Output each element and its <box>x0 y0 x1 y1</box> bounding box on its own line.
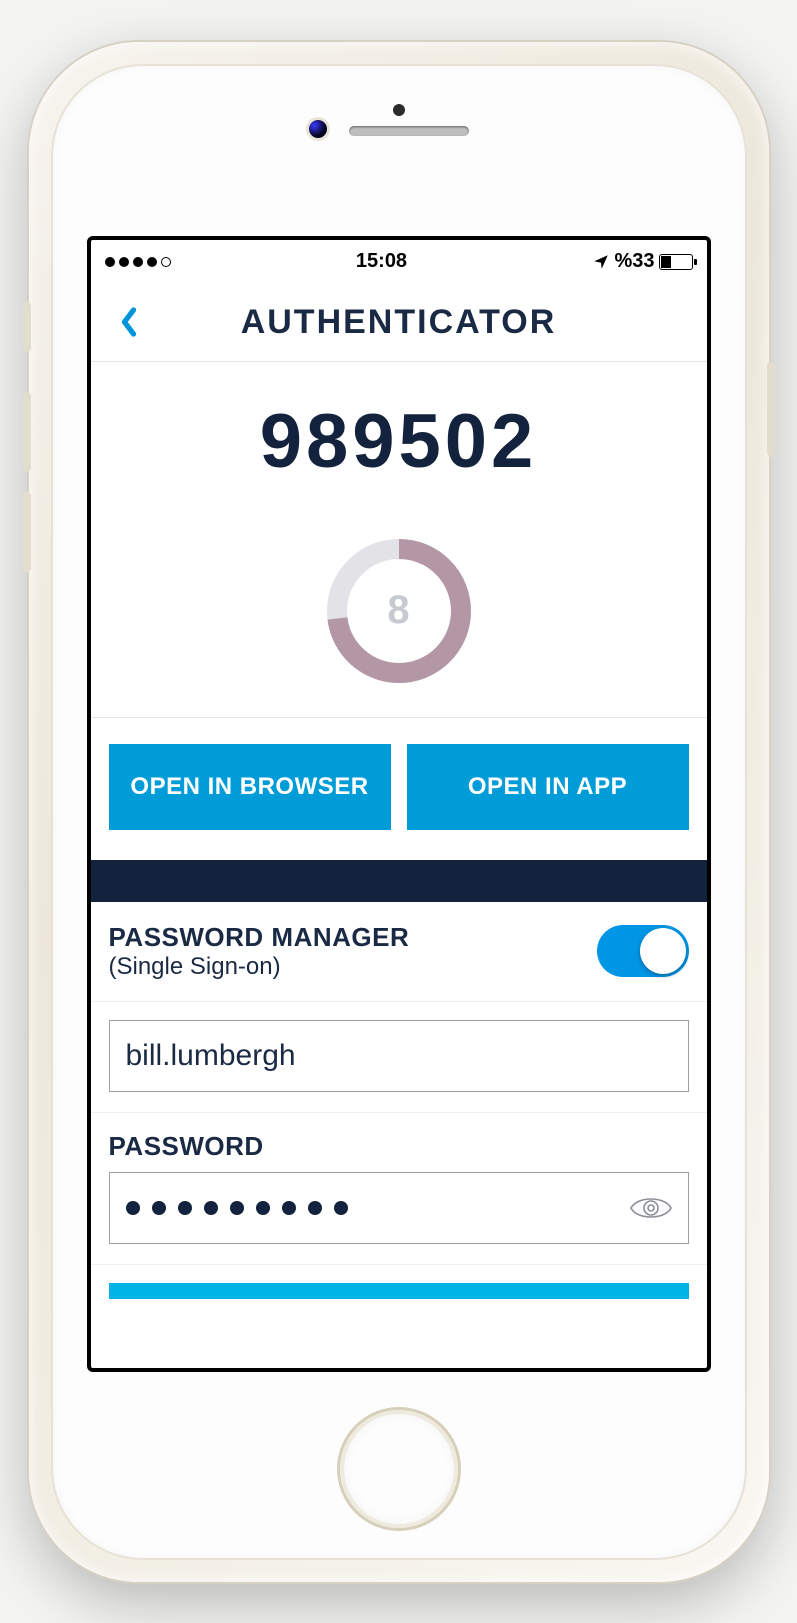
open-in-app-button[interactable]: OPEN IN APP <box>407 744 689 830</box>
nav-header: AUTHENTICATOR <box>91 284 707 362</box>
phone-bezel: 15:08 %33 AUTHENTICATOR 989502 <box>51 64 747 1560</box>
battery-icon <box>659 254 693 270</box>
otp-section: 989502 8 <box>91 362 707 718</box>
status-bar: 15:08 %33 <box>91 240 707 284</box>
phone-frame: 15:08 %33 AUTHENTICATOR 989502 <box>29 42 769 1582</box>
password-manager-toggle[interactable] <box>597 925 689 977</box>
mute-switch <box>23 302 31 352</box>
username-value: bill.lumbergh <box>126 1039 296 1073</box>
page-title: AUTHENTICATOR <box>241 303 557 342</box>
proximity-sensor <box>393 104 405 116</box>
toggle-knob <box>640 928 686 974</box>
pm-title: PASSWORD MANAGER <box>109 922 410 953</box>
chevron-left-icon <box>119 307 139 337</box>
volume-up <box>23 392 31 472</box>
ear-speaker <box>349 126 469 136</box>
section-divider <box>91 860 707 902</box>
eye-icon <box>629 1193 673 1223</box>
username-input[interactable]: bill.lumbergh <box>109 1020 689 1092</box>
front-camera <box>309 120 327 138</box>
open-in-browser-button[interactable]: OPEN IN BROWSER <box>109 744 391 830</box>
countdown-seconds: 8 <box>387 588 409 633</box>
back-button[interactable] <box>109 302 149 342</box>
otp-code: 989502 <box>260 398 538 485</box>
password-section: PASSWORD <box>91 1113 707 1265</box>
action-row: OPEN IN BROWSER OPEN IN APP <box>91 718 707 860</box>
password-manager-row: PASSWORD MANAGER (Single Sign-on) <box>91 902 707 1002</box>
username-section: bill.lumbergh <box>91 1002 707 1113</box>
power-button <box>767 362 775 457</box>
volume-down <box>23 492 31 572</box>
password-input[interactable] <box>109 1172 689 1244</box>
peeking-action-bar[interactable] <box>109 1283 689 1299</box>
reveal-password-button[interactable] <box>628 1185 674 1231</box>
status-right: %33 <box>592 250 692 273</box>
screen: 15:08 %33 AUTHENTICATOR 989502 <box>87 236 711 1372</box>
home-button[interactable] <box>340 1410 458 1528</box>
password-label: PASSWORD <box>109 1131 689 1162</box>
signal-strength <box>105 257 171 267</box>
location-icon <box>592 253 610 271</box>
battery-percent: %33 <box>614 250 654 273</box>
countdown-timer: 8 <box>321 533 477 689</box>
password-mask <box>126 1201 348 1215</box>
password-manager-label: PASSWORD MANAGER (Single Sign-on) <box>109 922 410 981</box>
clock: 15:08 <box>356 250 407 273</box>
pm-subtitle: (Single Sign-on) <box>109 953 410 981</box>
